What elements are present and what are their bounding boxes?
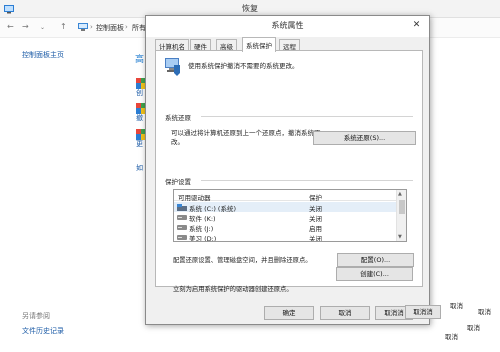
hard-drive-icon bbox=[177, 225, 187, 230]
stray-cancel-text: 取消 bbox=[450, 302, 463, 310]
dialog-titlebar[interactable]: 系统属性 ✕ bbox=[146, 16, 429, 37]
dialog-title: 系统属性 bbox=[271, 21, 304, 30]
system-computer-icon bbox=[165, 58, 180, 76]
configure-button[interactable]: 配置(O)... bbox=[337, 253, 414, 267]
scroll-down-icon[interactable]: ▼ bbox=[398, 234, 402, 240]
tab-strip: 计算机名 硬件 高级 系统保护 远程 bbox=[155, 37, 425, 52]
back-arrow-icon[interactable]: ← bbox=[7, 22, 14, 31]
cancel-button[interactable]: 取消 bbox=[320, 306, 370, 320]
ok-button[interactable]: 确定 bbox=[264, 306, 314, 320]
stray-cancel-text: 取消 bbox=[445, 333, 458, 341]
create-recovery-link[interactable]: 创 bbox=[136, 88, 143, 98]
create-button[interactable]: 创建(C)... bbox=[336, 267, 413, 281]
stray-cancel-text: 取消 bbox=[467, 324, 480, 332]
see-also-heading: 另请参阅 bbox=[22, 312, 50, 320]
intro-text: 使用系统保护撤消不需要的系统更改。 bbox=[188, 62, 299, 70]
change-settings-link[interactable]: 更 bbox=[136, 139, 143, 149]
drive-name: 美习 (D:) bbox=[189, 235, 217, 242]
up-arrow-icon[interactable]: ↑ bbox=[60, 22, 67, 31]
scroll-thumb[interactable] bbox=[399, 200, 405, 214]
column-header-drive[interactable]: 可用驱动器 bbox=[178, 192, 211, 202]
drive-list-header: 可用驱动器 保护 bbox=[174, 190, 396, 202]
group-divider bbox=[201, 180, 413, 181]
hard-drive-icon bbox=[177, 215, 187, 220]
forward-arrow-icon[interactable]: → bbox=[22, 22, 29, 31]
system-restore-description: 可以通过将计算机还原到上一个还原点，撤消系统更改。 bbox=[171, 129, 321, 146]
drive-row[interactable]: 软件 (K:) 关闭 bbox=[174, 212, 396, 223]
hard-drive-icon bbox=[177, 235, 187, 240]
breadcrumb-all-items[interactable]: 所有 bbox=[132, 23, 146, 33]
breadcrumb-control-panel[interactable]: 控制面板 bbox=[96, 23, 124, 33]
window-title: 恢复 bbox=[242, 4, 258, 13]
history-dropdown-icon[interactable]: ⌄ bbox=[40, 24, 45, 31]
create-description: 立刻为启用系统保护的驱动器创建还原点。 bbox=[173, 286, 293, 293]
column-header-protection[interactable]: 保护 bbox=[309, 192, 322, 202]
breadcrumb-separator: › bbox=[125, 23, 128, 31]
drive-list-scrollbar[interactable]: ▲ ▼ bbox=[396, 190, 406, 241]
system-protection-panel: 使用系统保护撤消不需要的系统更改。 系统还原 可以通过将计算机还原到上一个还原点… bbox=[155, 50, 423, 293]
control-panel-icon bbox=[78, 23, 88, 31]
control-panel-home-link[interactable]: 控制面板主页 bbox=[22, 50, 64, 60]
cancel-button-duplicate[interactable]: 取消消 bbox=[405, 305, 441, 319]
file-history-link[interactable]: 文件历史记录 bbox=[22, 326, 64, 336]
drive-row[interactable]: 系统 (C:) (系统) 关闭 bbox=[174, 202, 396, 213]
drive-row[interactable]: 系统 (J:) 启用 bbox=[174, 222, 396, 233]
recovery-heading: 高 bbox=[135, 55, 145, 65]
scroll-up-icon[interactable]: ▲ bbox=[398, 191, 402, 197]
tab-system-protection[interactable]: 系统保护 bbox=[242, 37, 276, 52]
system-restore-button[interactable]: 系统还原(S)... bbox=[313, 131, 416, 145]
drive-protection-status: 关闭 bbox=[309, 235, 322, 242]
undo-restore-link[interactable]: 撤 bbox=[136, 113, 143, 123]
system-properties-dialog: 系统属性 ✕ 计算机名 硬件 高级 系统保护 远程 使用系统保护撤消不需要的系统… bbox=[145, 15, 430, 325]
drive-list[interactable]: 可用驱动器 保护 系统 (C:) (系统) 关闭 软件 (K:) 关闭 系统 (… bbox=[173, 189, 407, 242]
stray-cancel-text: 取消 bbox=[478, 308, 491, 316]
group-divider bbox=[201, 116, 413, 117]
system-restore-group-label: 系统还原 bbox=[165, 114, 191, 122]
protection-settings-group-label: 保护设置 bbox=[165, 178, 191, 186]
help-link[interactable]: 如 bbox=[136, 163, 143, 173]
drive-row[interactable]: 美习 (D:) 关闭 bbox=[174, 232, 396, 242]
system-drive-icon bbox=[177, 204, 187, 211]
close-button[interactable]: ✕ bbox=[409, 19, 424, 31]
configure-description: 配置还原设置、管理磁盘空间，并且删除还原点。 bbox=[173, 257, 312, 264]
breadcrumb-separator: › bbox=[90, 23, 93, 31]
